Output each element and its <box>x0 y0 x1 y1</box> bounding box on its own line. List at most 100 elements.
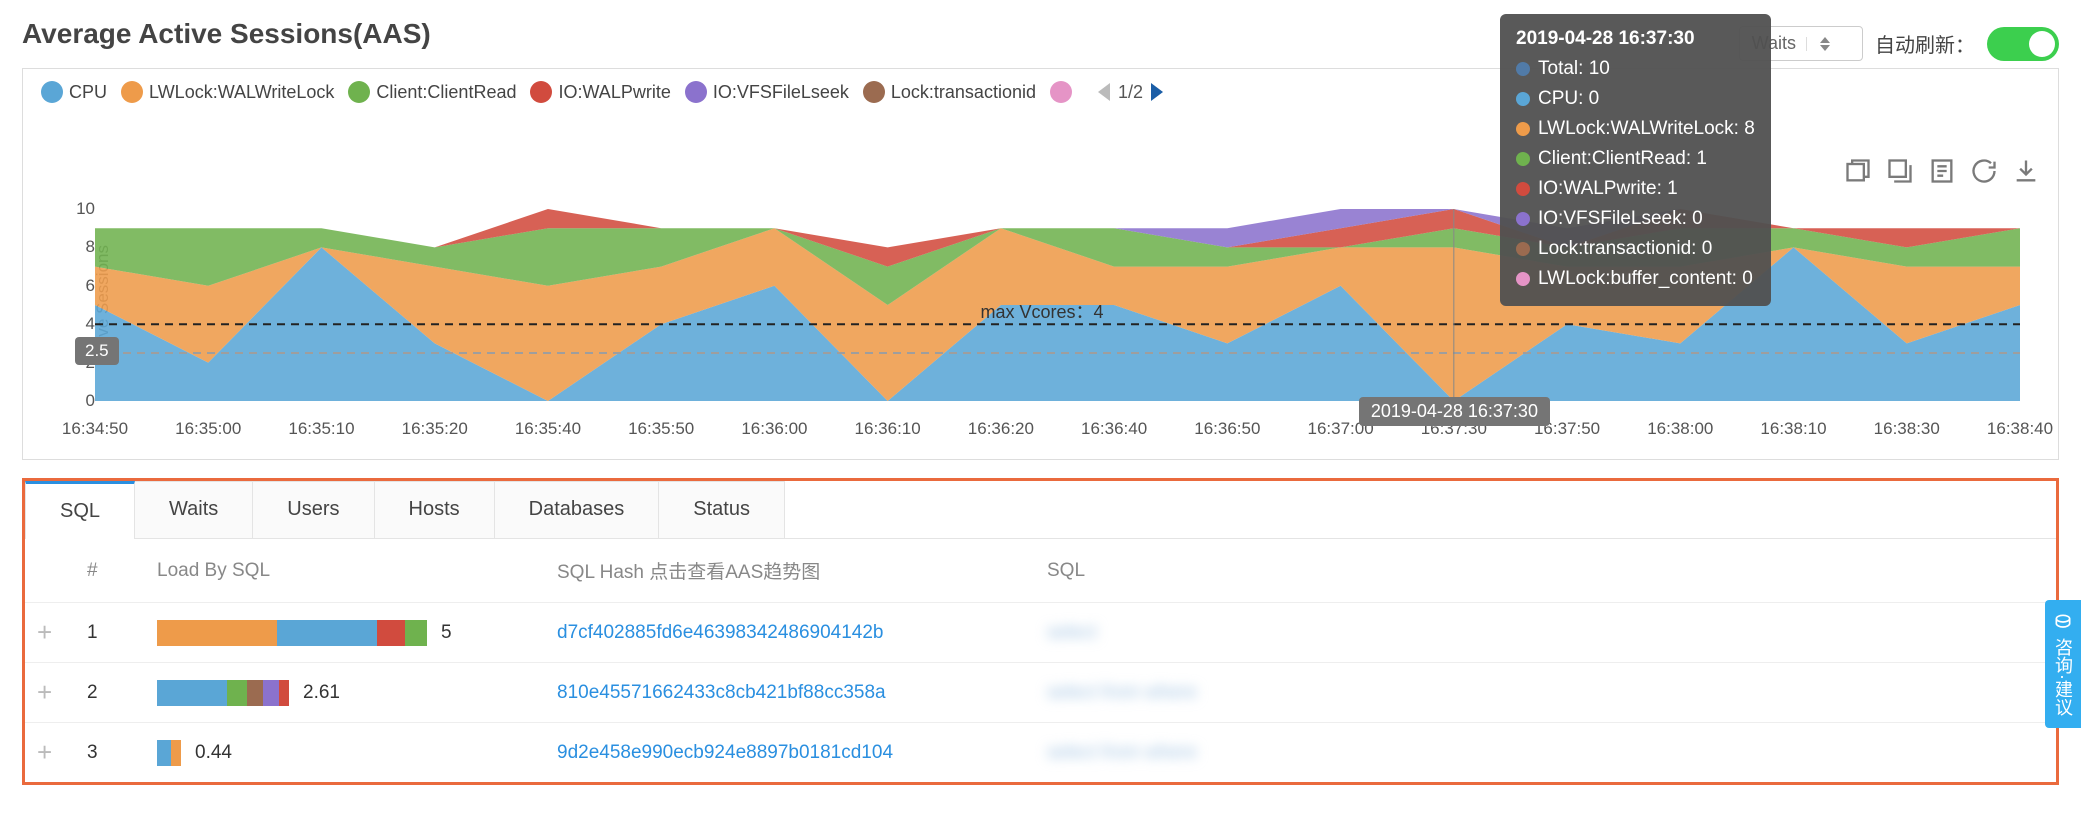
legend-label: IO:WALPwrite <box>558 82 670 103</box>
col-sql: SQL <box>1035 539 2056 603</box>
x-tick: 16:36:40 <box>1081 419 1147 439</box>
legend-item[interactable]: Client:ClientRead <box>348 81 516 103</box>
load-segment <box>171 740 181 766</box>
load-segment <box>405 620 427 646</box>
tab-waits[interactable]: Waits <box>135 481 253 539</box>
tooltip-dot <box>1516 152 1530 166</box>
expand-row-icon[interactable]: + <box>37 617 52 647</box>
legend-item[interactable]: Lock:transactionid <box>863 81 1036 103</box>
x-tick: 16:36:10 <box>855 419 921 439</box>
x-tick: 16:38:30 <box>1874 419 1940 439</box>
tab-databases[interactable]: Databases <box>495 481 660 539</box>
data-view-icon[interactable] <box>1928 157 1956 185</box>
legend-label: Lock:transactionid <box>891 82 1036 103</box>
legend-page-text: 1/2 <box>1118 82 1143 103</box>
zoom-in-icon[interactable] <box>1844 157 1872 185</box>
tab-sql[interactable]: SQL <box>25 481 135 539</box>
x-tick: 16:34:50 <box>62 419 128 439</box>
download-icon[interactable] <box>2012 157 2040 185</box>
load-segment <box>227 680 247 706</box>
col-load: Load By SQL <box>145 539 545 603</box>
max-vcores-label: max Vcores：4 <box>981 298 1104 324</box>
load-value: 5 <box>441 622 452 644</box>
tooltip-dot <box>1516 242 1530 256</box>
load-segment <box>157 620 277 646</box>
auto-refresh-switch[interactable] <box>1987 27 2059 61</box>
chart-toolbar <box>1844 157 2040 185</box>
load-segment <box>263 680 279 706</box>
tooltip-time: 2019-04-28 16:37:30 <box>1516 24 1755 54</box>
y-tick: 6 <box>86 276 95 296</box>
tooltip-dot <box>1516 182 1530 196</box>
col-hash: SQL Hash 点击查看AAS趋势图 <box>545 539 1035 603</box>
legend-label: IO:VFSFileLseek <box>713 82 849 103</box>
legend-swatch <box>530 81 552 103</box>
expand-row-icon[interactable]: + <box>37 737 52 767</box>
tab-status[interactable]: Status <box>659 481 785 539</box>
tooltip-dot <box>1516 212 1530 226</box>
load-value: 0.44 <box>195 742 232 764</box>
legend-swatch <box>863 81 885 103</box>
tooltip-row: Lock:transactionid: 0 <box>1516 234 1755 264</box>
tooltip-row: IO:VFSFileLseek: 0 <box>1516 204 1755 234</box>
legend-swatch <box>121 81 143 103</box>
tooltip-row: Client:ClientRead: 1 <box>1516 144 1755 174</box>
tab-hosts[interactable]: Hosts <box>375 481 495 539</box>
x-tick: 16:38:00 <box>1647 419 1713 439</box>
sql-preview: select from where <box>1047 682 1197 703</box>
row-index: 2 <box>75 663 145 723</box>
y-tick: 4 <box>86 314 95 334</box>
tooltip-dot <box>1516 62 1530 76</box>
legend-item[interactable]: IO:WALPwrite <box>530 81 670 103</box>
sql-hash-link[interactable]: 810e45571662433c8cb421bf88cc358a <box>557 682 886 703</box>
load-bar <box>157 620 427 646</box>
sql-hash-link[interactable]: d7cf402885fd6e46398342486904142b <box>557 622 884 643</box>
legend-pager: 1/2 <box>1098 82 1163 103</box>
load-segment <box>247 680 263 706</box>
auto-refresh-label: 自动刷新： <box>1875 29 1975 58</box>
x-tick: 16:35:00 <box>175 419 241 439</box>
x-tick: 16:35:50 <box>628 419 694 439</box>
tooltip-dot <box>1516 92 1530 106</box>
legend-swatch <box>685 81 707 103</box>
y-tick: 8 <box>86 237 95 257</box>
legend-swatch <box>41 81 63 103</box>
x-tick: 16:35:10 <box>288 419 354 439</box>
load-segment <box>277 620 377 646</box>
legend-label: CPU <box>69 82 107 103</box>
legend-item[interactable]: CPU <box>41 81 107 103</box>
row-index: 3 <box>75 723 145 783</box>
dropdown-handle-icon <box>1806 37 1834 51</box>
legend-item[interactable]: IO:VFSFileLseek <box>685 81 849 103</box>
legend-next-icon[interactable] <box>1151 83 1163 101</box>
sql-hash-link[interactable]: 9d2e458e990ecb924e8897b0181cd104 <box>557 742 893 763</box>
y-tick: 10 <box>76 199 95 219</box>
legend-prev-icon[interactable] <box>1098 83 1110 101</box>
row-index: 1 <box>75 603 145 663</box>
x-tick: 16:35:40 <box>515 419 581 439</box>
tooltip-row: IO:WALPwrite: 1 <box>1516 174 1755 204</box>
x-tick: 16:35:20 <box>402 419 468 439</box>
load-value: 2.61 <box>303 682 340 704</box>
zoom-reset-icon[interactable] <box>1886 157 1914 185</box>
legend-label: Client:ClientRead <box>376 82 516 103</box>
load-segment <box>157 740 171 766</box>
table-row: + 2 2.61 810e45571662433c8cb421bf88cc358… <box>25 663 2056 723</box>
x-tick: 16:36:20 <box>968 419 1034 439</box>
load-bar <box>157 680 289 706</box>
expand-row-icon[interactable]: + <box>37 677 52 707</box>
feedback-button[interactable]: 咨询·建议 <box>2045 600 2081 728</box>
refresh-icon[interactable] <box>1970 157 1998 185</box>
baseline-badge: 2.5 <box>75 337 119 365</box>
col-index: # <box>75 539 145 603</box>
tooltip-row: CPU: 0 <box>1516 84 1755 114</box>
table-row: + 1 5 d7cf402885fd6e46398342486904142b s… <box>25 603 2056 663</box>
legend-swatch <box>348 81 370 103</box>
tooltip-row: LWLock:buffer_content: 0 <box>1516 264 1755 294</box>
tab-users[interactable]: Users <box>253 481 374 539</box>
legend-item[interactable]: LWLock:WALWriteLock <box>121 81 334 103</box>
chart-tooltip: 2019-04-28 16:37:30Total: 10CPU: 0LWLock… <box>1500 14 1771 306</box>
load-segment <box>279 680 289 706</box>
load-segment <box>157 680 227 706</box>
y-tick: 0 <box>86 391 95 411</box>
